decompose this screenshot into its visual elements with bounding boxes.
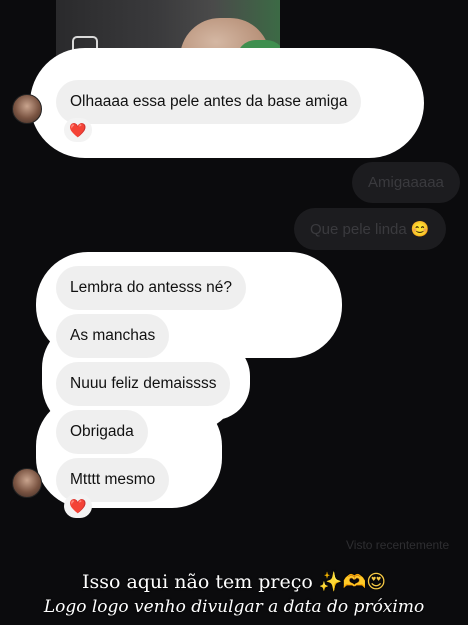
message-bubble-incoming[interactable]: Lembra do antesss né?	[56, 266, 246, 310]
sparkles-icon: ✨	[318, 571, 343, 593]
story-caption-line-2: Logo logo venho divulgar a data do próxi…	[43, 597, 425, 617]
message-bubble-incoming[interactable]: Nuuu feliz demaissss	[56, 362, 231, 406]
seen-status: Visto recentemente	[346, 538, 450, 552]
heart-hands-icon: 🫶	[342, 571, 367, 593]
caption-text: Isso aqui não tem preço	[81, 571, 313, 593]
sender-avatar[interactable]	[12, 468, 42, 498]
message-bubble-incoming[interactable]: As manchas	[56, 314, 170, 358]
message-bubble-incoming[interactable]: Obrigada	[56, 410, 148, 454]
heart-eyes-icon: 😍	[366, 571, 387, 593]
message-bubble-incoming[interactable]: Olhaaaa essa pele antes da base amiga	[56, 80, 362, 124]
story-screen: Olhaaaa essa pele antes da base amiga ❤️…	[0, 0, 468, 625]
message-bubble-outgoing[interactable]: Amigaaaaa	[352, 162, 460, 203]
story-caption-line-1: Isso aqui não tem preço ✨🫶😍	[0, 570, 468, 593]
heart-reaction-icon[interactable]: ❤️	[64, 118, 92, 142]
sender-avatar[interactable]	[12, 94, 42, 124]
message-bubble-outgoing[interactable]: Que pele linda 😊	[294, 208, 446, 250]
heart-reaction-icon[interactable]: ❤️	[64, 494, 92, 518]
